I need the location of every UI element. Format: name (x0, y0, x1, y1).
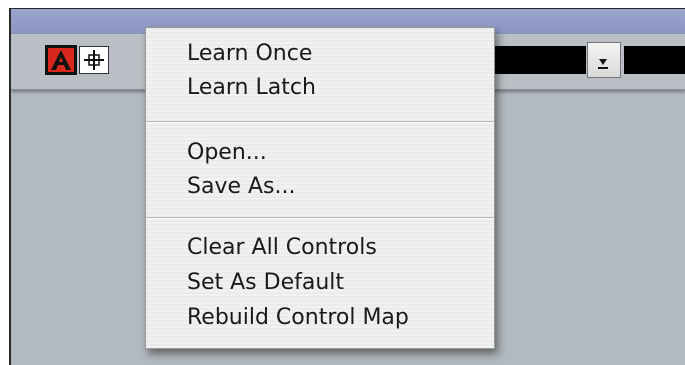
value-display-right (624, 46, 685, 74)
automation-a-icon[interactable] (45, 45, 77, 75)
menu-item-learn-latch[interactable]: Learn Latch (187, 73, 316, 103)
menu-item-clear-all-controls[interactable]: Clear All Controls (187, 233, 377, 263)
context-menu: Learn Once Learn Latch Open... Save As..… (145, 27, 495, 349)
menu-item-rebuild-control-map[interactable]: Rebuild Control Map (187, 303, 409, 333)
download-icon (598, 59, 608, 69)
menu-separator (146, 217, 494, 219)
menu-item-set-as-default[interactable]: Set As Default (187, 268, 344, 298)
download-button[interactable] (587, 42, 621, 78)
menu-item-open[interactable]: Open... (187, 138, 267, 168)
menu-item-save-as[interactable]: Save As... (187, 172, 296, 202)
value-display-left (491, 46, 586, 74)
menu-item-learn-once[interactable]: Learn Once (187, 39, 312, 69)
crosshair-icon[interactable] (79, 46, 109, 74)
menu-separator (146, 121, 494, 123)
